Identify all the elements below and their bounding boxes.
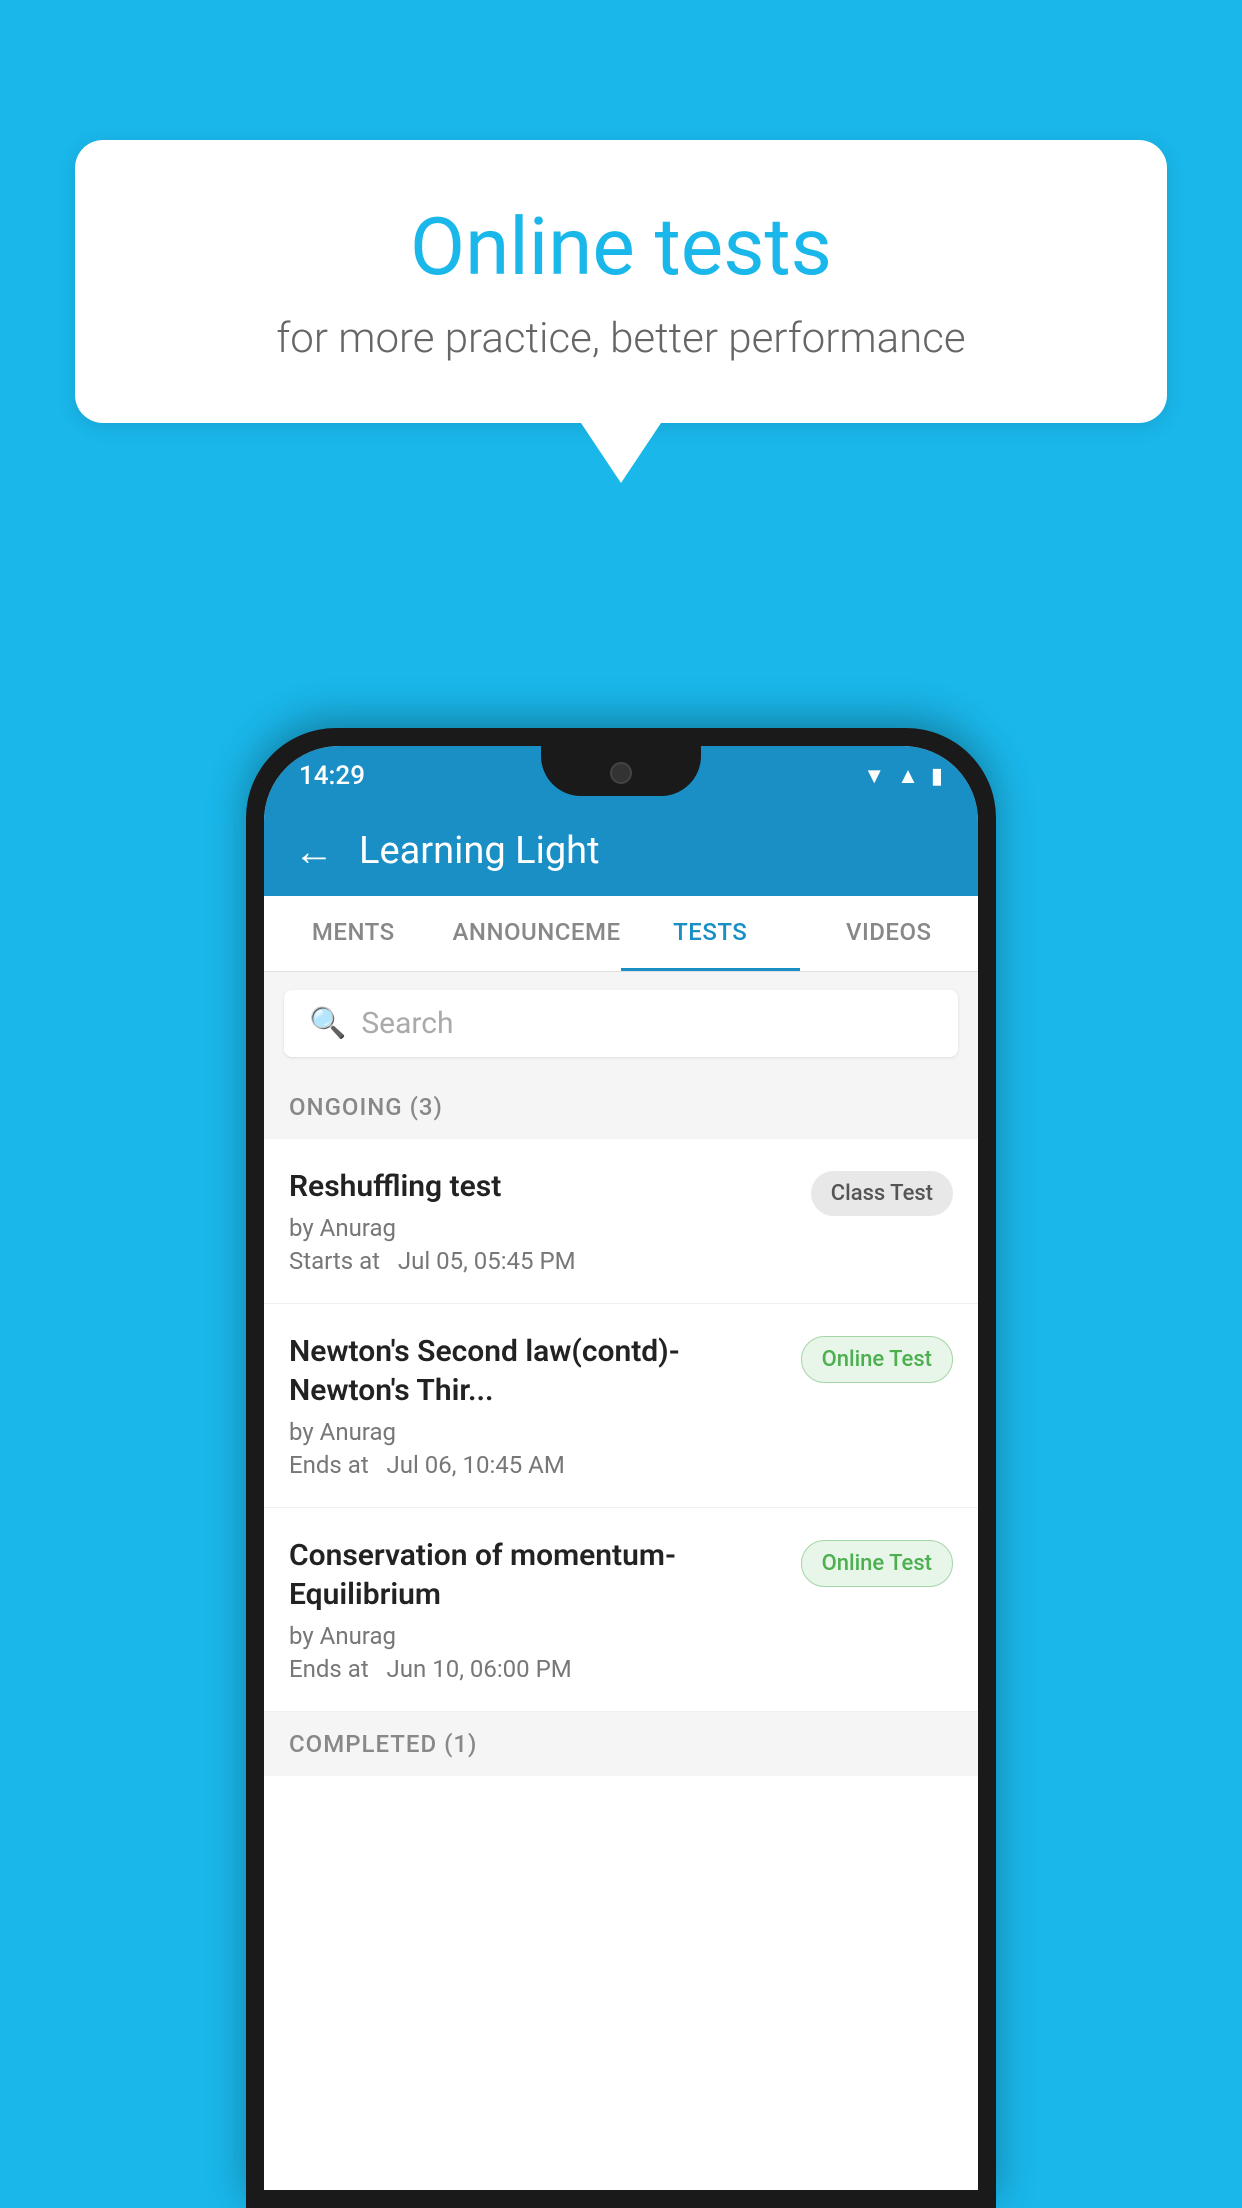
test-time: Starts at Jul 05, 05:45 PM — [289, 1247, 791, 1275]
search-icon: 🔍 — [309, 1006, 346, 1041]
tab-videos[interactable]: VIDEOS — [800, 896, 979, 971]
search-box[interactable]: 🔍 Search — [284, 990, 958, 1057]
speech-bubble-tail — [581, 423, 661, 483]
signal-icon: ▲ — [897, 763, 919, 789]
completed-section-header: COMPLETED (1) — [264, 1712, 978, 1776]
wifi-icon: ▼ — [863, 763, 885, 789]
time-value: Jul 05, 05:45 PM — [398, 1247, 576, 1275]
app-bar-title: Learning Light — [359, 829, 600, 873]
speech-bubble-subtitle: for more practice, better performance — [145, 314, 1097, 363]
time-label: Ends at — [289, 1451, 369, 1479]
front-camera — [610, 762, 632, 784]
badge-class-test: Class Test — [811, 1171, 953, 1216]
speech-bubble-title: Online tests — [145, 200, 1097, 294]
test-name: Conservation of momentum-Equilibrium — [289, 1536, 781, 1614]
phone-screen: 14:29 ▼ ▲ ▮ ← Learning Light MENTS ANNOU… — [264, 746, 978, 2190]
battery-icon: ▮ — [931, 764, 943, 789]
time-value: Jul 06, 10:45 AM — [387, 1451, 565, 1479]
tab-announcements[interactable]: ANNOUNCEMENTS — [443, 896, 622, 971]
tabs-container: MENTS ANNOUNCEMENTS TESTS VIDEOS — [264, 896, 978, 972]
test-item[interactable]: Newton's Second law(contd)-Newton's Thir… — [264, 1304, 978, 1508]
app-bar: ← Learning Light — [264, 806, 978, 896]
time-value: Jun 10, 06:00 PM — [387, 1655, 572, 1683]
time-label: Starts at — [289, 1247, 380, 1275]
test-list: Reshuffling test by Anurag Starts at Jul… — [264, 1139, 978, 1712]
test-time: Ends at Jun 10, 06:00 PM — [289, 1655, 781, 1683]
search-input[interactable]: Search — [361, 1006, 453, 1041]
test-info: Newton's Second law(contd)-Newton's Thir… — [289, 1332, 781, 1479]
speech-bubble-container: Online tests for more practice, better p… — [75, 140, 1167, 483]
test-by: by Anurag — [289, 1622, 781, 1650]
status-time: 14:29 — [299, 761, 365, 791]
test-name: Newton's Second law(contd)-Newton's Thir… — [289, 1332, 781, 1410]
back-button[interactable]: ← — [294, 828, 334, 875]
test-by: by Anurag — [289, 1214, 791, 1242]
test-by: by Anurag — [289, 1418, 781, 1446]
badge-online-test: Online Test — [801, 1336, 953, 1383]
test-item[interactable]: Reshuffling test by Anurag Starts at Jul… — [264, 1139, 978, 1304]
status-icons: ▼ ▲ ▮ — [863, 763, 943, 789]
tab-ments[interactable]: MENTS — [264, 896, 443, 971]
test-info: Conservation of momentum-Equilibrium by … — [289, 1536, 781, 1683]
test-item[interactable]: Conservation of momentum-Equilibrium by … — [264, 1508, 978, 1712]
test-name: Reshuffling test — [289, 1167, 791, 1206]
badge-online-test-2: Online Test — [801, 1540, 953, 1587]
test-time: Ends at Jul 06, 10:45 AM — [289, 1451, 781, 1479]
time-label: Ends at — [289, 1655, 369, 1683]
tab-tests[interactable]: TESTS — [621, 896, 800, 971]
ongoing-section-header: ONGOING (3) — [264, 1075, 978, 1139]
search-container: 🔍 Search — [264, 972, 978, 1075]
test-info: Reshuffling test by Anurag Starts at Jul… — [289, 1167, 791, 1275]
speech-bubble: Online tests for more practice, better p… — [75, 140, 1167, 423]
phone-notch — [541, 746, 701, 796]
phone-frame: 14:29 ▼ ▲ ▮ ← Learning Light MENTS ANNOU… — [246, 728, 996, 2208]
